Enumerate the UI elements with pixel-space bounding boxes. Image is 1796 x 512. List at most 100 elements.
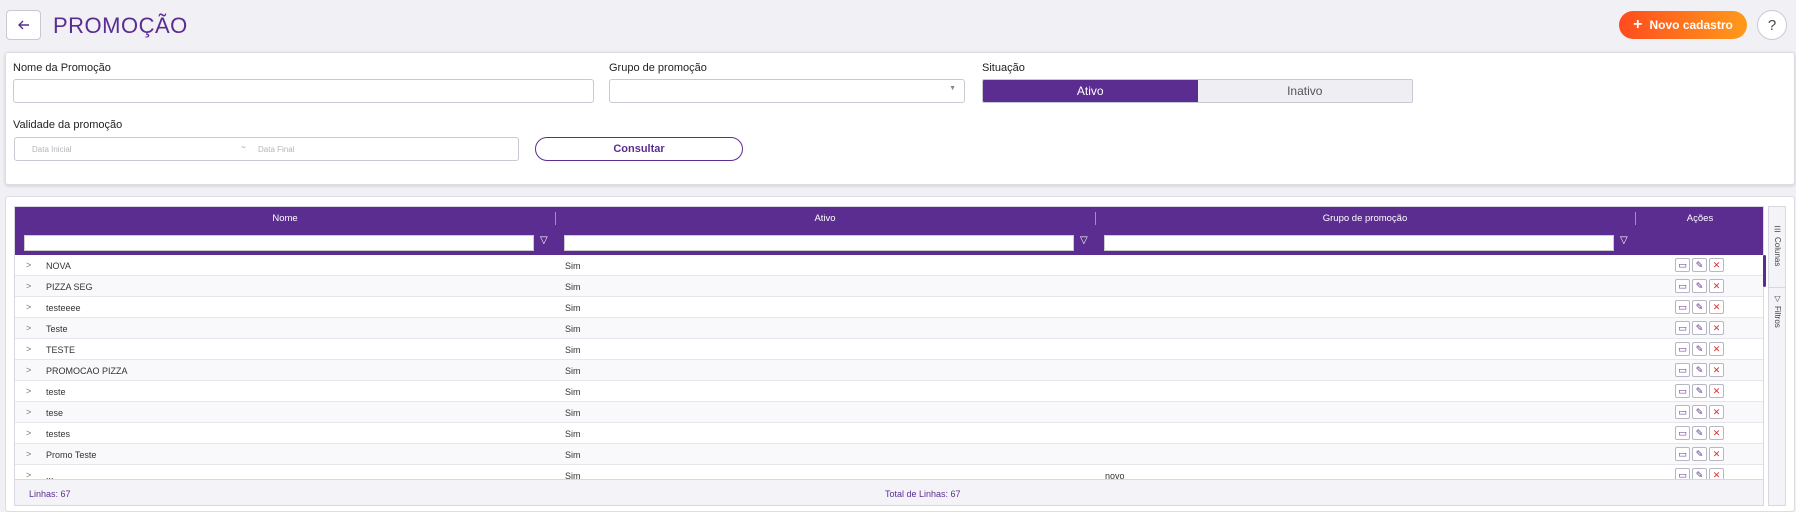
delete-button[interactable]: ✕ (1709, 258, 1724, 272)
validade-label: Validade da promoção (13, 119, 123, 131)
inbox-icon: ▭ (1678, 427, 1687, 438)
view-button[interactable]: ▭ (1675, 300, 1690, 314)
table-row[interactable]: > TESTE Sim ▭ ✎ ✕ (15, 339, 1763, 360)
chevron-right-icon[interactable]: > (26, 386, 31, 396)
grid-scrollbar[interactable] (1763, 255, 1766, 287)
edit-button[interactable]: ✎ (1692, 384, 1707, 398)
row-actions: ▭ ✎ ✕ (1675, 363, 1724, 377)
nome-column-filter-input[interactable] (24, 235, 534, 251)
delete-button[interactable]: ✕ (1709, 405, 1724, 419)
edit-button[interactable]: ✎ (1692, 279, 1707, 293)
delete-button[interactable]: ✕ (1709, 363, 1724, 377)
chevron-right-icon[interactable]: > (26, 344, 31, 354)
cell-ativo: Sim (565, 345, 581, 355)
edit-button[interactable]: ✎ (1692, 447, 1707, 461)
colunas-tab-label: Colunas (1773, 237, 1782, 267)
table-row[interactable]: > teste Sim ▭ ✎ ✕ (15, 381, 1763, 402)
edit-button[interactable]: ✎ (1692, 426, 1707, 440)
delete-button[interactable]: ✕ (1709, 300, 1724, 314)
delete-button[interactable]: ✕ (1709, 426, 1724, 440)
column-header-grupo[interactable]: Grupo de promoção (1095, 207, 1635, 230)
column-header-ativo[interactable]: Ativo (555, 207, 1095, 230)
pencil-icon: ✎ (1695, 385, 1704, 396)
close-icon: ✕ (1712, 427, 1721, 438)
colunas-tab[interactable]: ☰ Colunas (1769, 225, 1786, 266)
new-record-button[interactable]: + Novo cadastro (1619, 11, 1747, 39)
view-button[interactable]: ▭ (1675, 363, 1690, 377)
caret-down-icon: ▼ (949, 85, 956, 92)
filtros-tab-label: Filtros (1773, 306, 1782, 328)
delete-button[interactable]: ✕ (1709, 279, 1724, 293)
close-icon: ✕ (1712, 322, 1721, 333)
close-icon: ✕ (1712, 301, 1721, 312)
chevron-right-icon[interactable]: > (26, 302, 31, 312)
view-button[interactable]: ▭ (1675, 447, 1690, 461)
data-grid: Nome Ativo Grupo de promoção Ações ▽ ▽ ▽… (14, 206, 1764, 506)
view-button[interactable]: ▭ (1675, 258, 1690, 272)
filter-icon[interactable]: ▽ (1080, 235, 1088, 246)
cell-nome: NOVA (46, 261, 71, 271)
edit-button[interactable]: ✎ (1692, 363, 1707, 377)
consultar-button[interactable]: Consultar (535, 137, 743, 161)
situacao-inativo-option[interactable]: Inativo (1197, 80, 1412, 102)
table-row[interactable]: > NOVA Sim ▭ ✎ ✕ (15, 255, 1763, 276)
table-row[interactable]: > testes Sim ▭ ✎ ✕ (15, 423, 1763, 444)
pencil-icon: ✎ (1695, 280, 1704, 291)
chevron-right-icon[interactable]: > (26, 281, 31, 291)
chevron-right-icon[interactable]: > (26, 428, 31, 438)
new-record-label: Novo cadastro (1649, 18, 1733, 32)
cell-nome: Promo Teste (46, 450, 97, 460)
edit-button[interactable]: ✎ (1692, 321, 1707, 335)
pencil-icon: ✎ (1695, 259, 1704, 270)
grid-header: Nome Ativo Grupo de promoção Ações ▽ ▽ ▽ (15, 207, 1763, 255)
table-row[interactable]: > tese Sim ▭ ✎ ✕ (15, 402, 1763, 423)
chevron-right-icon[interactable]: > (26, 365, 31, 375)
table-row[interactable]: > PROMOCAO PIZZA Sim ▭ ✎ ✕ (15, 360, 1763, 381)
inbox-icon: ▭ (1678, 385, 1687, 396)
table-row[interactable]: > Promo Teste Sim ▭ ✎ ✕ (15, 444, 1763, 465)
view-button[interactable]: ▭ (1675, 321, 1690, 335)
view-button[interactable]: ▭ (1675, 384, 1690, 398)
delete-button[interactable]: ✕ (1709, 321, 1724, 335)
edit-button[interactable]: ✎ (1692, 342, 1707, 356)
arrow-left-icon (17, 20, 29, 30)
column-header-acoes: Ações (1686, 213, 1714, 224)
view-button[interactable]: ▭ (1675, 342, 1690, 356)
view-button[interactable]: ▭ (1675, 279, 1690, 293)
chevron-right-icon[interactable]: > (26, 323, 31, 333)
row-actions: ▭ ✎ ✕ (1675, 321, 1724, 335)
row-actions: ▭ ✎ ✕ (1675, 405, 1724, 419)
edit-button[interactable]: ✎ (1692, 405, 1707, 419)
data-final-placeholder[interactable]: Data Final (258, 145, 294, 154)
column-header-nome[interactable]: Nome (15, 207, 555, 230)
chevron-right-icon[interactable]: > (26, 407, 31, 417)
date-range-picker[interactable]: Data Inicial ~ Data Final (14, 137, 519, 161)
grupo-column-filter-input[interactable] (1104, 235, 1614, 251)
situacao-ativo-option[interactable]: Ativo (983, 80, 1198, 102)
help-button[interactable]: ? (1757, 10, 1787, 40)
view-button[interactable]: ▭ (1675, 405, 1690, 419)
grupo-label: Grupo de promoção (609, 62, 707, 74)
back-button[interactable] (6, 10, 41, 40)
table-row[interactable]: > Teste Sim ▭ ✎ ✕ (15, 318, 1763, 339)
filter-icon[interactable]: ▽ (540, 235, 548, 246)
data-inicial-placeholder[interactable]: Data Inicial (32, 145, 72, 154)
filtros-tab[interactable]: ▽ Filtros (1769, 287, 1786, 328)
nome-input[interactable] (13, 79, 594, 103)
chevron-right-icon[interactable]: > (26, 260, 31, 270)
delete-button[interactable]: ✕ (1709, 342, 1724, 356)
table-row[interactable]: > testeeee Sim ▭ ✎ ✕ (15, 297, 1763, 318)
filter-icon[interactable]: ▽ (1620, 235, 1628, 246)
ativo-column-filter-input[interactable] (564, 235, 1074, 251)
table-row[interactable]: > PIZZA SEG Sim ▭ ✎ ✕ (15, 276, 1763, 297)
chevron-right-icon[interactable]: > (26, 449, 31, 459)
delete-button[interactable]: ✕ (1709, 384, 1724, 398)
pencil-icon: ✎ (1695, 301, 1704, 312)
delete-button[interactable]: ✕ (1709, 447, 1724, 461)
view-button[interactable]: ▭ (1675, 426, 1690, 440)
grupo-select[interactable]: ▼ (609, 79, 965, 103)
pencil-icon: ✎ (1695, 364, 1704, 375)
edit-button[interactable]: ✎ (1692, 300, 1707, 314)
edit-button[interactable]: ✎ (1692, 258, 1707, 272)
pencil-icon: ✎ (1695, 448, 1704, 459)
